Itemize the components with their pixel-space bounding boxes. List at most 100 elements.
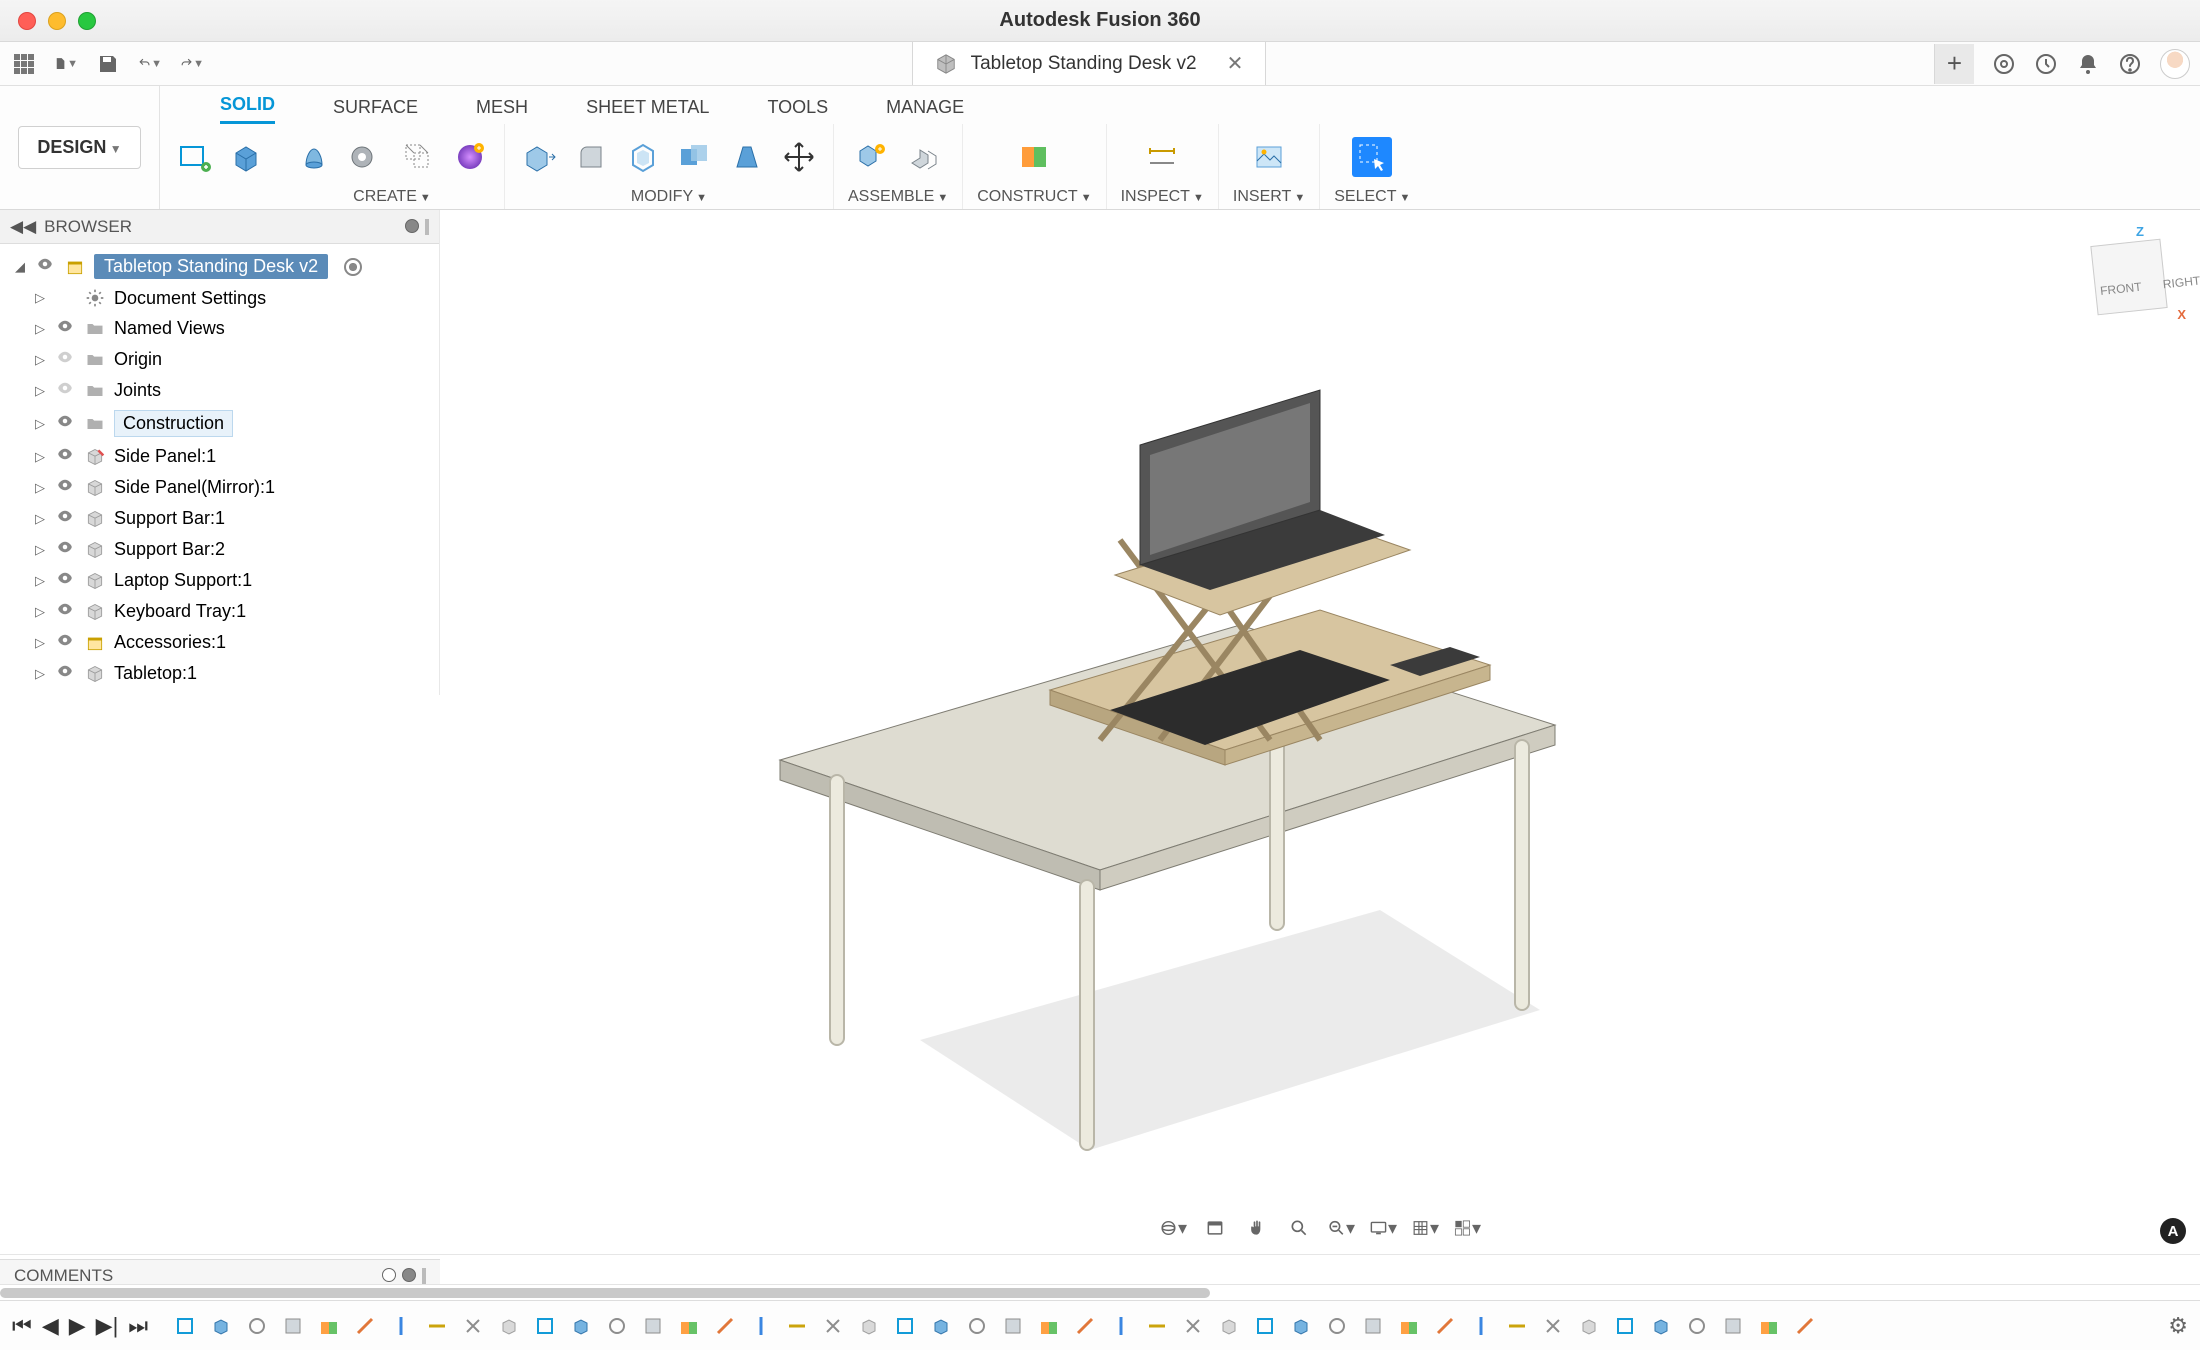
timeline-feature[interactable] — [1072, 1313, 1098, 1339]
timeline-feature[interactable] — [1180, 1313, 1206, 1339]
group-assemble-label[interactable]: ASSEMBLE — [848, 188, 948, 206]
timeline-feature[interactable] — [748, 1313, 774, 1339]
sweep-icon[interactable] — [346, 137, 386, 177]
timeline-first-icon[interactable]: ⏮ — [12, 1313, 32, 1339]
save-icon[interactable] — [96, 52, 120, 76]
timeline-feature[interactable] — [1720, 1313, 1746, 1339]
new-sketch-icon[interactable] — [174, 137, 214, 177]
timeline-feature[interactable] — [1540, 1313, 1566, 1339]
autodesk-logo-icon[interactable]: A — [2160, 1218, 2186, 1244]
redo-icon[interactable]: ▼ — [180, 52, 204, 76]
timeline-feature[interactable] — [496, 1313, 522, 1339]
new-tab-button[interactable]: + — [1934, 44, 1974, 84]
timeline-feature[interactable] — [1684, 1313, 1710, 1339]
visibility-icon[interactable] — [56, 538, 76, 561]
panel-dot-icon[interactable] — [382, 1268, 396, 1282]
tree-item[interactable]: ▷Accessories:1 — [6, 627, 439, 658]
timeline-feature[interactable] — [1648, 1313, 1674, 1339]
timeline-feature[interactable] — [208, 1313, 234, 1339]
timeline-feature[interactable] — [1288, 1313, 1314, 1339]
visibility-icon[interactable] — [56, 412, 76, 435]
timeline-feature[interactable] — [1036, 1313, 1062, 1339]
timeline-feature[interactable] — [568, 1313, 594, 1339]
timeline-feature[interactable] — [928, 1313, 954, 1339]
timeline-feature[interactable] — [1000, 1313, 1026, 1339]
display-settings-icon[interactable]: ▾ — [1369, 1214, 1397, 1242]
timeline-feature[interactable] — [784, 1313, 810, 1339]
loft-icon[interactable] — [398, 137, 438, 177]
orbit-icon[interactable]: ▾ — [1159, 1214, 1187, 1242]
expand-arrow-icon[interactable]: ▷ — [32, 290, 48, 306]
group-inspect-label[interactable]: INSPECT — [1121, 188, 1204, 206]
grid-settings-icon[interactable]: ▾ — [1411, 1214, 1439, 1242]
timeline-feature[interactable] — [640, 1313, 666, 1339]
fillet-icon[interactable] — [571, 137, 611, 177]
timeline-feature[interactable] — [1468, 1313, 1494, 1339]
viewcube-front[interactable]: FRONT — [2099, 280, 2142, 298]
tab-surface[interactable]: SURFACE — [333, 97, 418, 124]
timeline-feature[interactable] — [460, 1313, 486, 1339]
timeline-feature[interactable] — [352, 1313, 378, 1339]
tree-item[interactable]: ▷Tabletop:1 — [6, 658, 439, 689]
group-create-label[interactable]: CREATE — [353, 188, 431, 206]
expand-arrow-icon[interactable]: ▷ — [32, 542, 48, 558]
combine-icon[interactable] — [675, 137, 715, 177]
timeline-feature[interactable] — [1612, 1313, 1638, 1339]
tree-item[interactable]: ▷Document Settings — [6, 283, 439, 313]
expand-arrow-icon[interactable]: ▷ — [32, 604, 48, 620]
visibility-icon[interactable] — [56, 507, 76, 530]
viewcube[interactable]: Z X FRONT RIGHT — [2084, 230, 2180, 326]
timeline-feature[interactable] — [712, 1313, 738, 1339]
expand-arrow-icon[interactable]: ▷ — [32, 573, 48, 589]
panel-dot-icon[interactable] — [405, 219, 419, 233]
look-at-icon[interactable] — [1201, 1214, 1229, 1242]
pan-icon[interactable] — [1243, 1214, 1271, 1242]
expand-arrow-icon[interactable]: ▷ — [32, 321, 48, 337]
group-construct-label[interactable]: CONSTRUCT — [977, 188, 1091, 206]
as-built-joint-icon[interactable] — [904, 137, 944, 177]
timeline-feature[interactable] — [172, 1313, 198, 1339]
visibility-icon[interactable] — [36, 255, 56, 278]
timeline-feature[interactable] — [1144, 1313, 1170, 1339]
visibility-icon[interactable] — [56, 569, 76, 592]
activate-component-icon[interactable] — [344, 258, 362, 276]
timeline-feature[interactable] — [892, 1313, 918, 1339]
help-icon[interactable] — [2118, 52, 2142, 76]
timeline-feature[interactable] — [316, 1313, 342, 1339]
tree-item[interactable]: ▷Construction — [6, 406, 439, 441]
tree-item[interactable]: ▷Support Bar:2 — [6, 534, 439, 565]
move-icon[interactable] — [779, 137, 819, 177]
timeline-feature[interactable] — [280, 1313, 306, 1339]
tab-sheet-metal[interactable]: SHEET METAL — [586, 97, 709, 124]
extrude-icon[interactable] — [226, 137, 266, 177]
job-status-icon[interactable] — [2034, 52, 2058, 76]
data-panel-icon[interactable] — [12, 52, 36, 76]
fit-icon[interactable] — [1285, 1214, 1313, 1242]
timeline-feature[interactable] — [1432, 1313, 1458, 1339]
panel-dot-icon[interactable] — [402, 1268, 416, 1282]
expand-arrow-icon[interactable]: ▷ — [32, 416, 48, 432]
timeline-feature[interactable] — [1324, 1313, 1350, 1339]
file-menu-icon[interactable]: ▼ — [54, 52, 78, 76]
timeline-feature[interactable] — [1396, 1313, 1422, 1339]
timeline-feature[interactable] — [1792, 1313, 1818, 1339]
timeline-feature[interactable] — [964, 1313, 990, 1339]
tree-item[interactable]: ▷Side Panel:1 — [6, 441, 439, 472]
expand-arrow-icon[interactable]: ▷ — [32, 511, 48, 527]
timeline-feature[interactable] — [820, 1313, 846, 1339]
timeline-feature[interactable] — [856, 1313, 882, 1339]
joint-icon[interactable] — [852, 137, 892, 177]
tree-item[interactable]: ▷Keyboard Tray:1 — [6, 596, 439, 627]
tab-tools[interactable]: TOOLS — [767, 97, 828, 124]
expand-arrow-icon[interactable]: ▷ — [32, 635, 48, 651]
draft-icon[interactable] — [727, 137, 767, 177]
create-form-icon[interactable] — [450, 137, 490, 177]
timeline-feature[interactable] — [1216, 1313, 1242, 1339]
timeline-next-icon[interactable]: ▶| — [96, 1313, 119, 1339]
expand-arrow-icon[interactable]: ▷ — [32, 480, 48, 496]
group-select-label[interactable]: SELECT — [1334, 188, 1410, 206]
extensions-icon[interactable] — [1992, 52, 2016, 76]
tree-item[interactable]: ▷Support Bar:1 — [6, 503, 439, 534]
tree-item[interactable]: ▷Named Views — [6, 313, 439, 344]
undo-icon[interactable]: ▼ — [138, 52, 162, 76]
